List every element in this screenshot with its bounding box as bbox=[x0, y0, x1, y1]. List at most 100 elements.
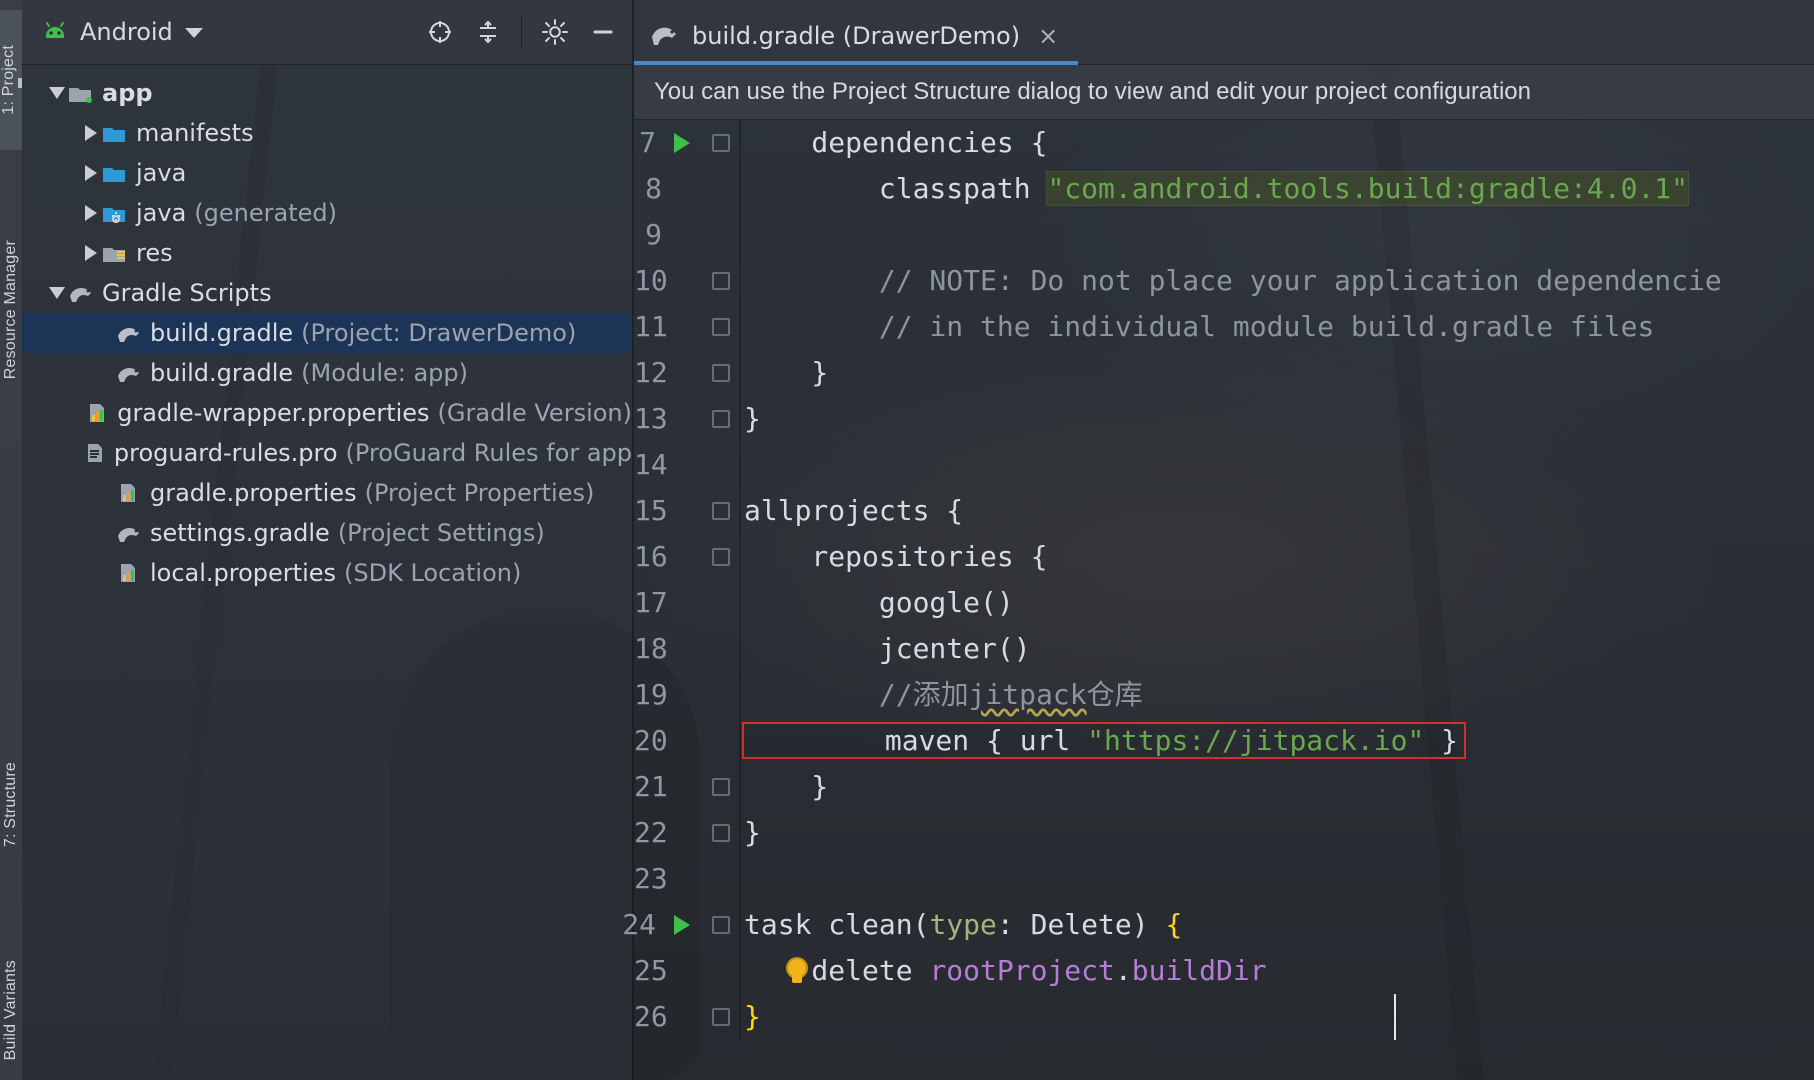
code-line[interactable]: 24 task clean(type: Delete) { bbox=[622, 902, 1814, 948]
code-line[interactable]: 15 allprojects { bbox=[634, 488, 1814, 534]
code-editor[interactable]: 7 dependencies {8 classpath "com.android… bbox=[622, 120, 1814, 1040]
fold-icon[interactable] bbox=[712, 317, 730, 337]
code-line[interactable]: 23 bbox=[634, 856, 1814, 902]
run-gutter-slot bbox=[686, 500, 690, 522]
run-icon[interactable] bbox=[674, 914, 690, 936]
code-line[interactable]: 16 repositories { bbox=[634, 534, 1814, 580]
code-line[interactable]: 21 } bbox=[634, 764, 1814, 810]
tree-row-local-properties[interactable]: local.properties (SDK Location) bbox=[22, 553, 632, 593]
code-gutter: 20 bbox=[634, 718, 744, 764]
code-text-wrap: dependencies { bbox=[744, 126, 1047, 159]
tree-row-build-gradle-module[interactable]: build.gradle (Module: app) bbox=[22, 353, 632, 393]
tree-item-hint: (Project Properties) bbox=[364, 479, 595, 507]
code-token: classpath bbox=[744, 172, 1048, 205]
code-line[interactable]: 18 jcenter() bbox=[634, 626, 1814, 672]
tool-tab-project[interactable]: 1: Project bbox=[0, 10, 22, 150]
code-line[interactable]: 8 classpath "com.android.tools.build:gra… bbox=[634, 166, 1814, 212]
fold-icon[interactable] bbox=[712, 1007, 730, 1027]
fold-icon[interactable] bbox=[712, 271, 730, 291]
fold-icon[interactable] bbox=[712, 409, 730, 429]
code-line[interactable]: 17 google() bbox=[634, 580, 1814, 626]
run-gutter-slot bbox=[686, 454, 698, 476]
crosshair-icon bbox=[429, 21, 451, 43]
code-line[interactable]: 12 } bbox=[634, 350, 1814, 396]
tree-row-gradle-scripts[interactable]: Gradle Scripts bbox=[22, 273, 632, 313]
locate-file-button[interactable] bbox=[423, 15, 457, 49]
fold-icon[interactable] bbox=[712, 501, 730, 521]
code-line[interactable]: 22} bbox=[634, 810, 1814, 856]
code-line[interactable]: 10 // NOTE: Do not place your applicatio… bbox=[634, 258, 1814, 304]
tool-tab-build-variants[interactable]: Build Variants bbox=[0, 940, 22, 1080]
line-number: 13 bbox=[634, 402, 668, 435]
code-gutter: 10 bbox=[634, 258, 744, 304]
code-line[interactable]: 9 bbox=[634, 212, 1814, 258]
fold-icon[interactable] bbox=[712, 777, 730, 797]
collapse-arrow-icon[interactable] bbox=[82, 164, 100, 182]
tree-item-name: build.gradle bbox=[150, 319, 294, 347]
code-token: } bbox=[744, 402, 761, 435]
tree-item-hint: (Project: DrawerDemo) bbox=[301, 319, 577, 347]
code-token: } bbox=[744, 816, 761, 849]
editor-tab-build-gradle[interactable]: build.gradle (DrawerDemo) × bbox=[634, 8, 1079, 65]
tree-row-manifests[interactable]: manifests bbox=[22, 113, 632, 153]
tool-tab-resource-manager[interactable]: Resource Manager bbox=[0, 190, 22, 430]
collapse-arrow-icon[interactable] bbox=[82, 204, 100, 222]
gradle-file-icon bbox=[114, 521, 142, 545]
fold-icon[interactable] bbox=[712, 823, 730, 843]
resources-folder-icon bbox=[100, 241, 128, 265]
code-gutter: 7 bbox=[634, 120, 744, 166]
code-line[interactable]: 26} bbox=[634, 994, 1814, 1040]
run-icon[interactable] bbox=[674, 132, 690, 154]
code-line[interactable]: 20 maven { url "https://jitpack.io" } bbox=[634, 718, 1814, 764]
line-number: 22 bbox=[634, 816, 668, 849]
collapse-arrow-icon[interactable] bbox=[82, 244, 100, 262]
fold-gutter-slot bbox=[719, 593, 730, 613]
tree-item-name: settings.gradle bbox=[150, 519, 330, 547]
tree-row-settings-gradle[interactable]: settings.gradle (Project Settings) bbox=[22, 513, 632, 553]
collapse-all-button[interactable] bbox=[471, 15, 505, 49]
tree-row-java-generated[interactable]: java (generated) bbox=[22, 193, 632, 233]
expand-arrow-icon[interactable] bbox=[48, 284, 66, 302]
text-file-icon bbox=[82, 441, 106, 465]
tree-row-res[interactable]: res bbox=[22, 233, 632, 273]
lightbulb-icon[interactable] bbox=[786, 957, 808, 983]
code-line[interactable]: 14 bbox=[634, 442, 1814, 488]
tree-item-name: proguard-rules.pro bbox=[113, 439, 338, 467]
run-gutter-slot bbox=[686, 592, 698, 614]
hide-panel-button[interactable] bbox=[586, 15, 620, 49]
line-number: 10 bbox=[634, 264, 668, 297]
run-gutter-slot bbox=[686, 362, 690, 384]
folder-icon bbox=[100, 121, 128, 145]
code-line[interactable]: 19 //添加jitpack仓库 bbox=[634, 672, 1814, 718]
highlight-box: maven { url "https://jitpack.io" } bbox=[741, 722, 1467, 759]
tree-row-gradle-wrapper-properties[interactable]: gradle-wrapper.properties (Gradle Versio… bbox=[22, 393, 632, 433]
run-gutter-slot bbox=[686, 1006, 690, 1028]
tool-tab-structure[interactable]: 7: Structure bbox=[0, 710, 22, 900]
gradle-file-icon bbox=[114, 321, 142, 345]
code-text-wrap: // in the individual module build.gradle… bbox=[744, 310, 1654, 343]
project-settings-button[interactable] bbox=[538, 15, 572, 49]
project-view-selector[interactable]: Android bbox=[42, 18, 203, 46]
line-number: 20 bbox=[634, 724, 668, 757]
fold-icon[interactable] bbox=[712, 915, 730, 935]
tree-row-java[interactable]: java bbox=[22, 153, 632, 193]
fold-icon[interactable] bbox=[712, 547, 730, 567]
fold-box-icon bbox=[712, 778, 730, 796]
tree-row-build-gradle-project[interactable]: build.gradle (Project: DrawerDemo) bbox=[22, 313, 632, 353]
code-gutter: 25 bbox=[634, 948, 744, 994]
code-line[interactable]: 7 dependencies { bbox=[634, 120, 1814, 166]
tree-row-app[interactable]: app bbox=[22, 73, 632, 113]
code-text: dependencies { bbox=[744, 120, 1814, 166]
line-number: 16 bbox=[634, 540, 668, 573]
collapse-arrow-icon[interactable] bbox=[82, 124, 100, 142]
tree-row-gradle-properties[interactable]: gradle.properties (Project Properties) bbox=[22, 473, 632, 513]
tree-row-proguard-rules[interactable]: proguard-rules.pro (ProGuard Rules for a… bbox=[22, 433, 632, 473]
line-number: 25 bbox=[634, 954, 668, 987]
expand-arrow-icon[interactable] bbox=[48, 84, 66, 102]
fold-icon[interactable] bbox=[712, 363, 730, 383]
code-line[interactable]: 13} bbox=[634, 396, 1814, 442]
code-line[interactable]: 11 // in the individual module build.gra… bbox=[634, 304, 1814, 350]
fold-icon[interactable] bbox=[712, 133, 730, 153]
close-icon[interactable]: × bbox=[1038, 22, 1058, 50]
code-line[interactable]: 25 delete rootProject.buildDir bbox=[634, 948, 1814, 994]
